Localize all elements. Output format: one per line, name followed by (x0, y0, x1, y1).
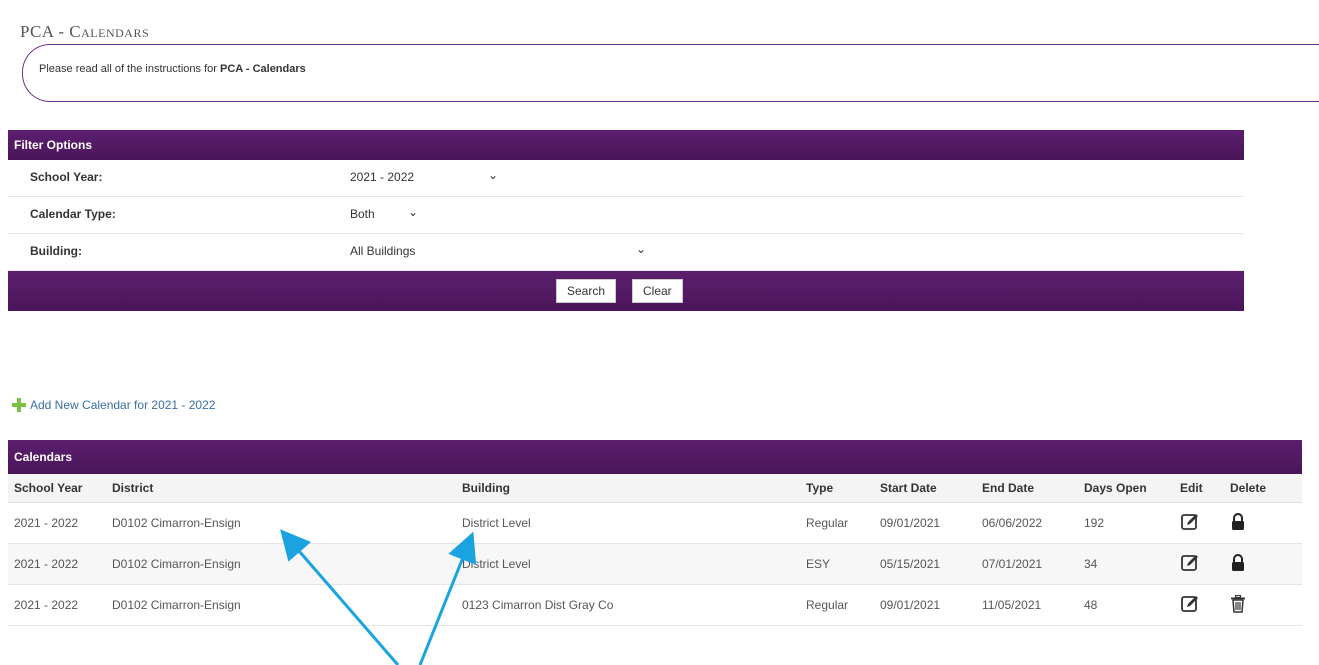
cell-building: 0123 Cimarron Dist Gray Co (456, 584, 800, 626)
table-row: 2021 - 2022 D0102 Cimarron-Ensign Distri… (8, 543, 1302, 585)
col-days-open: Days Open (1078, 474, 1174, 503)
col-type: Type (800, 474, 874, 503)
table-row: 2021 - 2022 D0102 Cimarron-Ensign Distri… (8, 502, 1302, 544)
filter-row-school-year: School Year: 2021 - 2022 ⌄ (8, 160, 1244, 197)
col-end-date: End Date (976, 474, 1078, 503)
page-title: PCA - Calendars (20, 22, 150, 41)
cell-building: District Level (456, 502, 800, 544)
instructions-text: Please read all of the instructions for … (39, 63, 306, 75)
filter-row-building: Building: All Buildings ⌄ (8, 234, 1244, 271)
cell-edit (1174, 502, 1224, 544)
cell-type: ESY (800, 543, 874, 585)
calendar-type-label: Calendar Type: (30, 207, 116, 221)
cell-type: Regular (800, 584, 874, 626)
cell-edit (1174, 543, 1224, 585)
col-delete: Delete (1224, 474, 1302, 503)
filter-header: Filter Options (8, 130, 1244, 160)
cell-building: District Level (456, 543, 800, 585)
cell-school-year: 2021 - 2022 (8, 502, 106, 544)
cell-days-open: 48 (1078, 584, 1174, 626)
edit-icon[interactable] (1180, 553, 1200, 573)
building-label: Building: (30, 244, 82, 258)
cell-type: Regular (800, 502, 874, 544)
school-year-select[interactable]: 2021 - 2022 (350, 170, 414, 184)
school-year-label: School Year: (30, 170, 103, 184)
table-row: 2021 - 2022 D0102 Cimarron-Ensign 0123 C… (8, 584, 1302, 626)
cell-district: D0102 Cimarron-Ensign (106, 584, 456, 626)
cell-days-open: 192 (1078, 502, 1174, 544)
col-building: Building (456, 474, 800, 503)
cell-end-date: 11/05/2021 (976, 584, 1078, 626)
col-edit: Edit (1174, 474, 1224, 503)
add-new-calendar-link[interactable]: Add New Calendar for 2021 - 2022 (12, 398, 215, 412)
col-school-year: School Year (8, 474, 106, 503)
filter-footer: Search Clear (8, 271, 1244, 311)
edit-icon[interactable] (1180, 594, 1200, 614)
calendar-type-select[interactable]: Both (350, 207, 375, 221)
edit-icon[interactable] (1180, 512, 1200, 532)
trash-icon[interactable] (1230, 594, 1246, 613)
building-select[interactable]: All Buildings (350, 244, 415, 258)
instructions-box: Please read all of the instructions for … (22, 44, 1319, 102)
search-button[interactable]: Search (556, 279, 617, 303)
col-start-date: Start Date (874, 474, 976, 503)
cell-district: D0102 Cimarron-Ensign (106, 543, 456, 585)
cell-delete (1224, 502, 1302, 544)
plus-icon (12, 398, 26, 412)
add-new-calendar-label: Add New Calendar for 2021 - 2022 (30, 398, 216, 412)
instructions-prefix: Please read all of the instructions for (39, 63, 220, 75)
cell-school-year: 2021 - 2022 (8, 584, 106, 626)
cell-district: D0102 Cimarron-Ensign (106, 502, 456, 544)
calendars-table: School Year District Building Type Start… (8, 474, 1302, 626)
calendars-header: Calendars (8, 440, 1302, 474)
filter-row-calendar-type: Calendar Type: Both ⌄ (8, 197, 1244, 234)
cell-end-date: 06/06/2022 (976, 502, 1078, 544)
cell-start-date: 09/01/2021 (874, 502, 976, 544)
cell-start-date: 09/01/2021 (874, 584, 976, 626)
cell-delete (1224, 543, 1302, 585)
lock-icon[interactable] (1230, 553, 1246, 572)
cell-edit (1174, 584, 1224, 626)
lock-icon[interactable] (1230, 512, 1246, 531)
filter-panel: Filter Options School Year: 2021 - 2022 … (8, 130, 1244, 311)
instructions-link[interactable]: PCA - Calendars (220, 63, 306, 75)
cell-days-open: 34 (1078, 543, 1174, 585)
table-header-row: School Year District Building Type Start… (8, 474, 1302, 503)
cell-delete (1224, 584, 1302, 626)
cell-start-date: 05/15/2021 (874, 543, 976, 585)
cell-end-date: 07/01/2021 (976, 543, 1078, 585)
chevron-down-icon[interactable]: ⌄ (636, 242, 646, 256)
chevron-down-icon[interactable]: ⌄ (488, 168, 498, 182)
clear-button[interactable]: Clear (632, 279, 683, 303)
col-district: District (106, 474, 456, 503)
chevron-down-icon[interactable]: ⌄ (408, 205, 418, 219)
cell-school-year: 2021 - 2022 (8, 543, 106, 585)
calendars-panel: Calendars School Year District Building … (8, 440, 1302, 626)
